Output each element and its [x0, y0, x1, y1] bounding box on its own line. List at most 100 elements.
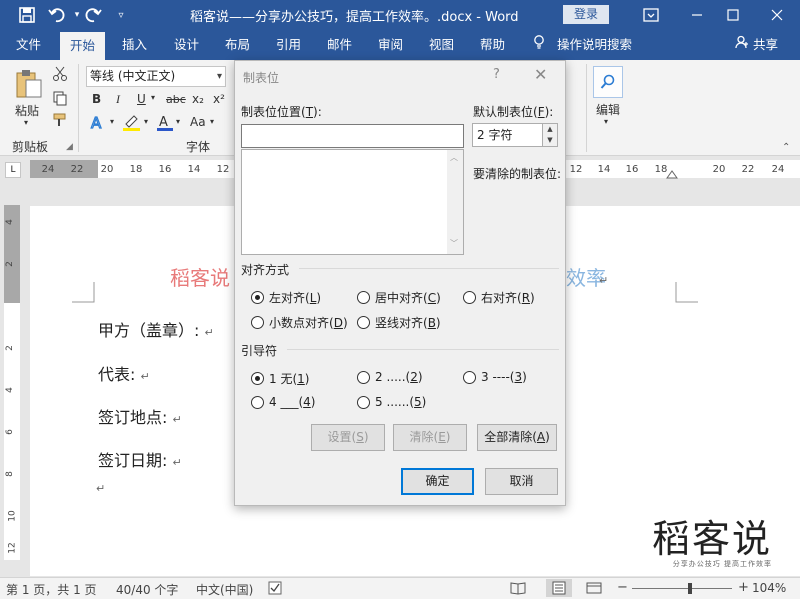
tab-selector-button[interactable]: L [5, 162, 21, 178]
word-count[interactable]: 40/40 个字 [116, 581, 178, 598]
highlight-dropdown-icon[interactable]: ▾ [144, 117, 148, 126]
default-tab-stepper[interactable]: 2 字符 ▲ ▼ [472, 123, 558, 147]
tab-file[interactable]: 文件 [16, 30, 41, 60]
undo-icon[interactable] [46, 4, 68, 26]
doc-line-date[interactable]: 签订日期: ↵ [98, 447, 182, 471]
list-scrollbar[interactable]: ︿ ﹀ [447, 150, 463, 254]
zoom-slider-thumb[interactable] [688, 583, 692, 594]
italic-button[interactable]: I [116, 92, 120, 107]
leader-label: 引导符 [241, 344, 278, 358]
tab-help[interactable]: 帮助 [480, 30, 505, 60]
font-color-icon[interactable]: A [156, 114, 174, 135]
page-count[interactable]: 第 1 页，共 1 页 [6, 581, 97, 598]
radio-leader-dashes[interactable]: 3 ----(3) [463, 370, 527, 384]
paste-label[interactable]: 粘贴 [15, 102, 39, 119]
print-layout-icon[interactable] [546, 579, 572, 597]
close-icon[interactable] [766, 4, 788, 26]
ribbon-display-icon[interactable] [640, 4, 662, 26]
help-icon[interactable]: ? [493, 67, 500, 82]
format-painter-icon[interactable] [52, 112, 68, 131]
change-case-dropdown-icon[interactable]: ▾ [210, 117, 214, 126]
redo-icon[interactable] [82, 4, 104, 26]
right-indent-marker-icon[interactable] [666, 168, 678, 182]
zoom-out-icon[interactable]: − [617, 580, 628, 595]
clear-all-button[interactable]: 全部清除(A) [477, 424, 557, 451]
chevron-down-icon[interactable]: ﹀ [450, 238, 458, 249]
tab-position-input[interactable] [241, 124, 464, 148]
font-name-value: 等线 (中文正文) [90, 69, 176, 83]
tab-references[interactable]: 引用 [276, 30, 301, 60]
copy-icon[interactable] [52, 90, 68, 109]
doc-line-location[interactable]: 签订地点: ↵ [98, 404, 182, 428]
doc-line-text: 签订地点: [98, 408, 168, 427]
spelling-icon[interactable] [268, 581, 282, 598]
document-title-left[interactable]: 稻客说 [170, 262, 230, 291]
read-mode-icon[interactable] [510, 581, 526, 598]
editing-label[interactable]: 编辑 [596, 101, 620, 118]
web-layout-icon[interactable] [586, 581, 602, 598]
strikethrough-button[interactable]: abc [166, 93, 186, 106]
superscript-button[interactable]: x² [213, 92, 225, 106]
text-effects-dropdown-icon[interactable]: ▾ [110, 117, 114, 126]
highlight-icon[interactable] [122, 114, 142, 135]
ruler-number: 16 [158, 164, 172, 175]
radio-align-left[interactable]: 左对齐(L) [251, 289, 321, 306]
underline-button[interactable]: U [137, 92, 146, 106]
radio-align-decimal[interactable]: 小数点对齐(D) [251, 314, 348, 331]
collapse-ribbon-icon[interactable]: ⌃ [782, 142, 790, 153]
text-effects-icon[interactable]: A [90, 113, 108, 133]
zoom-in-icon[interactable]: + [738, 580, 749, 595]
change-case-button[interactable]: Aa [190, 115, 206, 129]
tab-insert[interactable]: 插入 [122, 30, 147, 60]
bold-button[interactable]: B [92, 92, 101, 106]
search-icon[interactable] [593, 66, 623, 98]
spin-up-icon[interactable]: ▲ [542, 124, 557, 135]
radio-leader-middot[interactable]: 5 ......(5) [357, 395, 426, 409]
radio-leader-underline[interactable]: 4 ___(4) [251, 395, 315, 409]
doc-line-representative[interactable]: 代表: ↵ [98, 361, 150, 385]
paste-dropdown-icon[interactable]: ▾ [24, 118, 28, 127]
doc-line-party-a[interactable]: 甲方（盖章）: ↵ [98, 317, 214, 341]
radio-align-center[interactable]: 居中对齐(C) [357, 289, 441, 306]
radio-label: 左对齐(L) [269, 291, 322, 305]
spin-down-icon[interactable]: ▼ [542, 135, 557, 146]
ruler-number: 14 [187, 164, 201, 175]
radio-align-right[interactable]: 右对齐(R) [463, 289, 535, 306]
radio-leader-none[interactable]: 1 无(1) [251, 370, 309, 387]
window-title: 稻客说——分享办公技巧，提高工作效率。.docx - Word [190, 10, 519, 25]
customize-icon[interactable]: ▿ [110, 4, 132, 26]
clear-button[interactable]: 清除(E) [393, 424, 467, 451]
close-icon[interactable]: ✕ [534, 65, 547, 84]
underline-dropdown-icon[interactable]: ▾ [151, 93, 155, 102]
radio-leader-dots[interactable]: 2 .....(2) [357, 370, 423, 384]
tab-design[interactable]: 设计 [174, 30, 199, 60]
editing-dropdown-icon[interactable]: ▾ [604, 117, 608, 126]
paste-icon[interactable] [14, 68, 44, 103]
ok-button[interactable]: 确定 [401, 468, 474, 495]
tab-mailings[interactable]: 邮件 [327, 30, 352, 60]
tell-me-search[interactable]: 操作说明搜索 [533, 30, 632, 60]
save-icon[interactable] [16, 4, 38, 26]
share-button[interactable]: 共享 [735, 30, 778, 60]
tab-layout[interactable]: 布局 [225, 30, 250, 60]
subscript-button[interactable]: x₂ [192, 92, 204, 106]
tab-review[interactable]: 审阅 [378, 30, 403, 60]
zoom-slider[interactable] [632, 583, 732, 594]
minimize-icon[interactable] [686, 4, 708, 26]
cancel-button[interactable]: 取消 [485, 468, 558, 495]
login-button[interactable]: 登录 [563, 5, 609, 24]
chevron-up-icon[interactable]: ︿ [450, 152, 458, 163]
tab-position-list[interactable]: ︿ ﹀ [241, 149, 464, 255]
set-button[interactable]: 设置(S) [311, 424, 385, 451]
font-color-dropdown-icon[interactable]: ▾ [176, 117, 180, 126]
maximize-icon[interactable] [722, 4, 744, 26]
tab-home[interactable]: 开始 [60, 32, 106, 60]
cut-icon[interactable] [52, 66, 68, 85]
vertical-ruler[interactable]: 4 2 2 4 6 8 10 12 [4, 205, 20, 560]
language-indicator[interactable]: 中文(中国) [196, 581, 253, 598]
tab-view[interactable]: 视图 [429, 30, 454, 60]
clipboard-launcher-icon[interactable]: ◢ [66, 142, 73, 152]
radio-align-bar[interactable]: 竖线对齐(B) [357, 314, 441, 331]
zoom-level[interactable]: 104% [752, 581, 786, 595]
font-name-select[interactable]: 等线 (中文正文) ▾ [86, 66, 226, 87]
